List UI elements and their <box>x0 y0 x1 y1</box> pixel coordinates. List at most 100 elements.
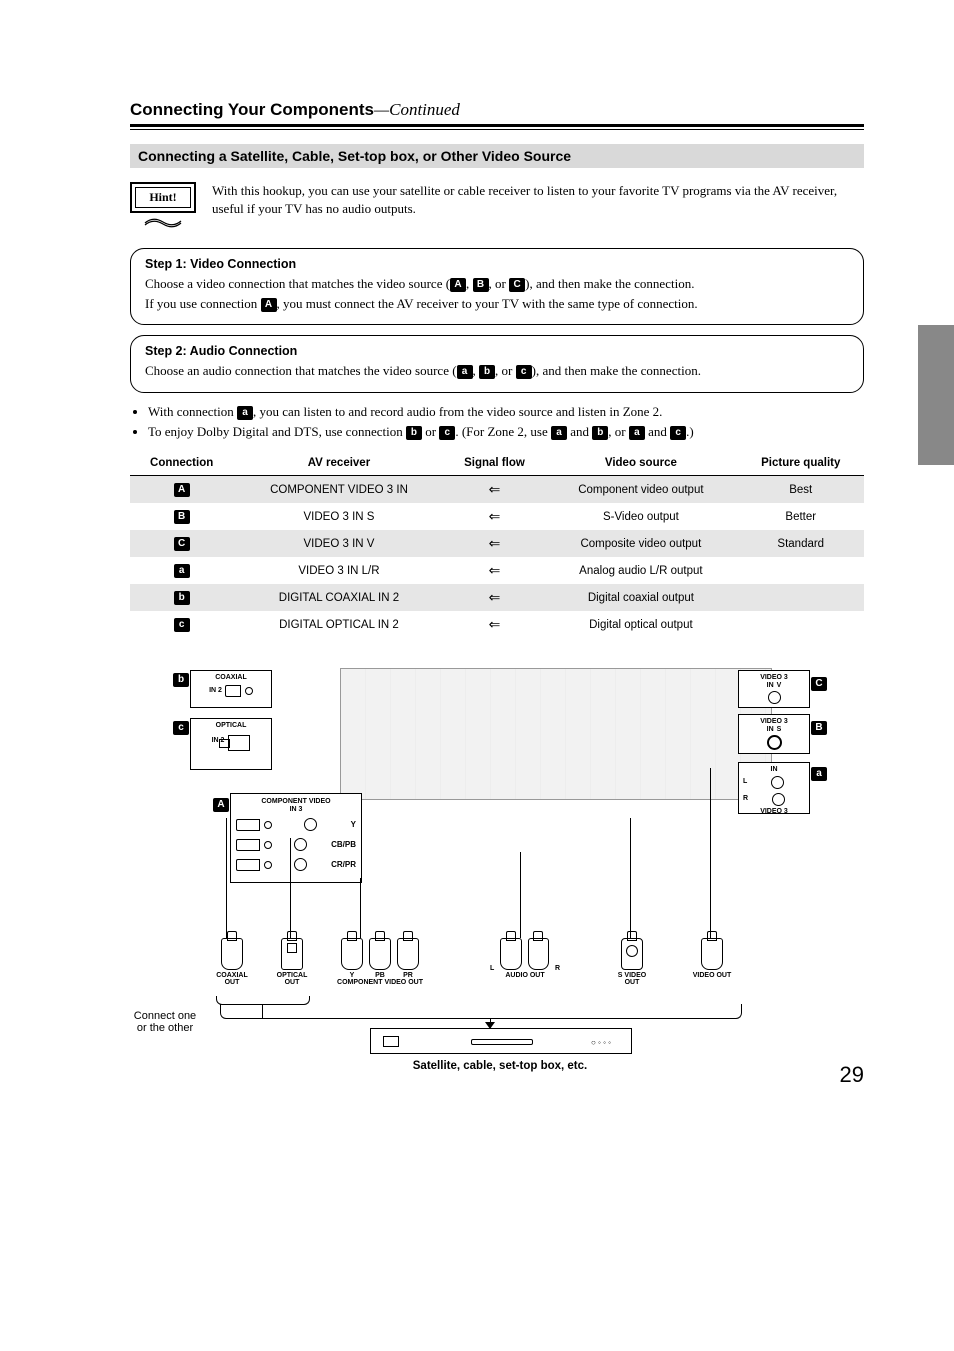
tag-B: B <box>473 278 489 292</box>
label-y: Y <box>351 820 356 829</box>
cell-source: Component video output <box>544 476 737 504</box>
label-v: V <box>777 682 782 690</box>
cell-tag: C <box>130 530 233 557</box>
receiver-back-panel: b COAXIAL IN 2 c OPTICAL IN 2 C VIDEO <box>190 668 810 808</box>
line <box>360 878 361 938</box>
jack-icon <box>369 938 391 970</box>
cell-receiver: VIDEO 3 IN V <box>233 530 444 557</box>
tag-C: C <box>509 278 525 292</box>
tag-b: b <box>173 673 189 687</box>
jack-icon <box>771 776 784 789</box>
cell-receiver: VIDEO 3 IN L/R <box>233 557 444 584</box>
cell-quality <box>738 584 865 611</box>
out-svideo: S VIDEO OUT <box>610 938 654 986</box>
hint-clip-icon <box>130 216 196 230</box>
connect-note: Connect one or the other <box>110 1010 220 1034</box>
label-video3-c: VIDEO 3 <box>743 674 805 682</box>
th-flow: Signal flow <box>445 451 545 476</box>
label-l-out: L <box>490 965 494 972</box>
tag-a: a <box>629 426 645 440</box>
text: and <box>567 424 592 439</box>
title-rule <box>130 124 864 130</box>
block-optical-in2: c OPTICAL IN 2 <box>190 718 272 770</box>
section-heading: Connecting a Satellite, Cable, Set-top b… <box>130 144 864 168</box>
bottom-device-area: COAXIAL OUT OPTICAL OUT Y PB PR COMPONEN… <box>190 888 810 1088</box>
label-audio-out: AUDIO OUT <box>490 972 560 979</box>
line <box>290 838 291 938</box>
table-row: aVIDEO 3 IN L/R⇐Analog audio L/R output <box>130 557 864 584</box>
cell-source: Analog audio L/R output <box>544 557 737 584</box>
tag-B: B <box>811 721 827 735</box>
out-audio: L R AUDIO OUT <box>490 938 560 979</box>
text: ), and then make the connection. <box>525 276 694 291</box>
page-title-continued: —Continued <box>374 100 460 119</box>
receiver-panel-bg <box>340 668 772 800</box>
cell-source: S-Video output <box>544 503 737 530</box>
cell-source: Digital coaxial output <box>544 584 737 611</box>
table-row: bDIGITAL COAXIAL IN 2⇐Digital coaxial ou… <box>130 584 864 611</box>
line <box>520 852 521 938</box>
label-comp-out: COMPONENT VIDEO OUT <box>330 979 430 986</box>
label-r-out: R <box>555 965 560 972</box>
cell-quality: Best <box>738 476 865 504</box>
tag-b: b <box>406 426 422 440</box>
cell-quality: Better <box>738 503 865 530</box>
bullet-2: To enjoy Dolby Digital and DTS, use conn… <box>148 423 864 441</box>
text: . (For Zone 2, use <box>455 424 551 439</box>
table-header-row: Connection AV receiver Signal flow Video… <box>130 451 864 476</box>
tag-A: A <box>261 298 277 312</box>
tag-a: a <box>237 406 253 420</box>
label-in-a: IN <box>743 766 805 774</box>
table-row: CVIDEO 3 IN V⇐Composite video outputStan… <box>130 530 864 557</box>
jack-icon <box>397 938 419 970</box>
text: , or <box>495 363 516 378</box>
comp-row-pb: CB/PB <box>236 836 356 853</box>
table-row: cDIGITAL OPTICAL IN 2⇐Digital optical ou… <box>130 611 864 638</box>
hint-box: Hint! <box>130 182 196 213</box>
text: To enjoy Dolby Digital and DTS, use conn… <box>148 424 406 439</box>
svideo-jack-icon <box>767 735 782 750</box>
label-r: R <box>743 795 748 803</box>
step2-box: Step 2: Audio Connection Choose an audio… <box>130 335 864 393</box>
page-title: Connecting Your Components—Continued <box>130 100 864 120</box>
label-coax-out: COAXIAL OUT <box>210 972 254 986</box>
text: With connection <box>148 404 237 419</box>
tag-c: c <box>439 426 455 440</box>
device-box: ○ ◦ ◦ ◦ <box>370 1028 632 1054</box>
table-row: ACOMPONENT VIDEO 3 IN⇐Component video ou… <box>130 476 864 504</box>
text: , or <box>608 424 629 439</box>
tag-a: a <box>811 767 827 781</box>
cell-tag: a <box>130 557 233 584</box>
label-in2: IN 2 <box>209 687 222 695</box>
line <box>630 818 631 938</box>
tag-b: b <box>479 365 495 379</box>
step2-line1: Choose an audio connection that matches … <box>145 362 849 380</box>
cell-tag: A <box>130 476 233 504</box>
label-optical: OPTICAL <box>195 722 267 730</box>
th-quality: Picture quality <box>738 451 865 476</box>
text: Choose an audio connection that matches … <box>145 363 457 378</box>
label-pb: CB/PB <box>331 840 356 849</box>
cell-source: Digital optical output <box>544 611 737 638</box>
tag-A: A <box>450 278 466 292</box>
comp-row-y: Y <box>236 816 356 833</box>
step1-line1: Choose a video connection that matches t… <box>145 275 849 293</box>
cell-receiver: DIGITAL OPTICAL IN 2 <box>233 611 444 638</box>
cell-quality <box>738 557 865 584</box>
tag: B <box>174 510 190 524</box>
tag-c: c <box>670 426 686 440</box>
cell-source: Composite video output <box>544 530 737 557</box>
tag-b: b <box>592 426 608 440</box>
label-s: S <box>777 726 782 734</box>
cell-flow: ⇐ <box>445 530 545 557</box>
tag-C: C <box>811 677 827 691</box>
table-row: BVIDEO 3 IN S⇐S-Video outputBetter <box>130 503 864 530</box>
label-svideo-out: S VIDEO OUT <box>610 972 654 986</box>
cell-quality: Standard <box>738 530 865 557</box>
tag-A: A <box>213 798 229 812</box>
cell-quality <box>738 611 865 638</box>
tag: A <box>174 483 190 497</box>
cell-tag: c <box>130 611 233 638</box>
text: , or <box>489 276 510 291</box>
th-receiver: AV receiver <box>233 451 444 476</box>
